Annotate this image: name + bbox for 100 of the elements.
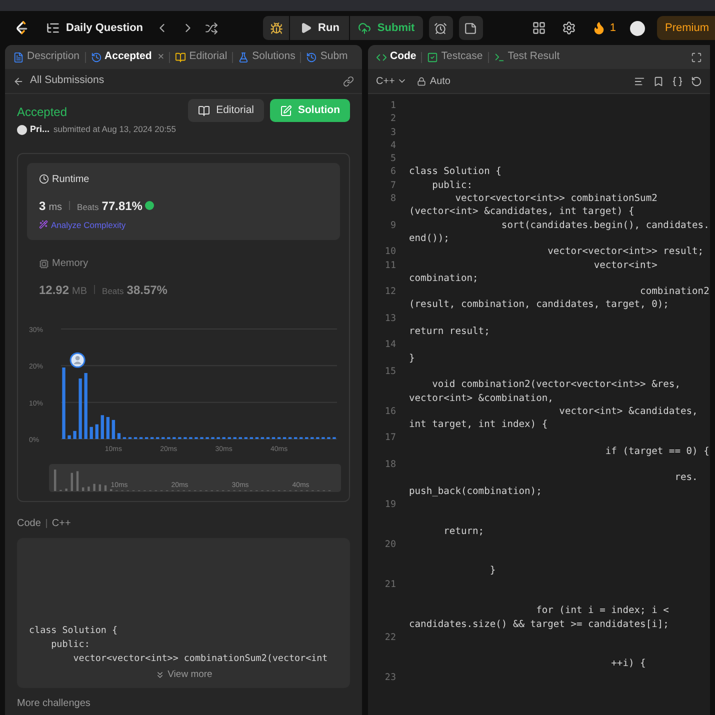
code-line: vector<vector<int>> result; bbox=[546, 245, 704, 259]
note-button[interactable] bbox=[458, 16, 483, 40]
chart-bar bbox=[122, 437, 126, 440]
tab-icon bbox=[13, 52, 24, 62]
line-number: 20 bbox=[384, 538, 397, 552]
chart-bar bbox=[128, 437, 132, 440]
chart-bar bbox=[178, 437, 182, 440]
layout-icon[interactable] bbox=[532, 21, 546, 35]
panel-tab[interactable]: Accepted × bbox=[90, 48, 164, 66]
code-line: vector<int> combination; bbox=[409, 258, 658, 286]
view-more-button[interactable]: View more bbox=[154, 668, 212, 682]
panel-tab[interactable]: Description bbox=[13, 49, 80, 65]
code-line: } bbox=[488, 564, 496, 578]
chart-bar bbox=[62, 368, 66, 440]
beats-label: Beats bbox=[102, 285, 124, 298]
flame-icon[interactable] bbox=[592, 21, 606, 35]
line-number: 15 bbox=[384, 364, 397, 379]
timer-button[interactable] bbox=[428, 16, 453, 40]
avatar[interactable] bbox=[630, 20, 645, 36]
language-dropdown[interactable]: C++ bbox=[376, 74, 407, 88]
chart-bar bbox=[184, 437, 187, 440]
format-icon[interactable] bbox=[634, 76, 645, 86]
braces-icon[interactable] bbox=[672, 76, 683, 86]
line-number: 3 bbox=[389, 126, 397, 139]
tab-icon bbox=[238, 52, 250, 62]
editor-tab[interactable]: Test Result bbox=[494, 49, 560, 65]
line-number: 21 bbox=[384, 578, 397, 592]
chart-bar bbox=[189, 437, 192, 440]
code-line: return; bbox=[442, 524, 484, 538]
chart-bar bbox=[139, 437, 143, 440]
code-line: res. push_back(combination); bbox=[409, 471, 698, 498]
chart-bar bbox=[288, 437, 292, 440]
runtime-beats: 77.81% bbox=[102, 198, 142, 214]
chart-bar bbox=[90, 427, 93, 440]
chart-bar bbox=[310, 437, 314, 440]
chart-bar bbox=[206, 437, 209, 440]
line-number: 6 bbox=[389, 165, 397, 179]
problem-list-icon[interactable] bbox=[46, 21, 60, 35]
settings-icon[interactable] bbox=[562, 21, 576, 35]
chart-bar bbox=[106, 417, 110, 440]
book-icon bbox=[198, 104, 210, 116]
note-icon bbox=[464, 22, 478, 34]
submit-button[interactable]: Submit bbox=[350, 16, 423, 40]
code-line: ++i) { bbox=[610, 657, 646, 671]
tab-icon bbox=[175, 52, 186, 62]
panel-tab[interactable]: Solutions bbox=[238, 49, 296, 65]
bookmark-icon[interactable] bbox=[653, 76, 664, 86]
line-number: 22 bbox=[384, 630, 397, 645]
editor-tab[interactable]: Code bbox=[376, 49, 416, 65]
code-line: for (int i = index; i < candidates.size() && target >= candidates[i]; bbox=[409, 604, 669, 631]
chart-bar bbox=[73, 431, 76, 440]
panel-tab[interactable]: Editorial bbox=[175, 49, 228, 65]
close-tab-icon[interactable]: × bbox=[158, 48, 164, 66]
auto-mode-label[interactable]: Auto bbox=[430, 74, 450, 88]
code-line: return result; bbox=[409, 325, 490, 338]
chart-bar bbox=[144, 437, 148, 440]
editorial-button[interactable]: Editorial bbox=[188, 99, 264, 122]
daily-question-title[interactable]: Daily Question bbox=[66, 20, 144, 36]
line-number: 17 bbox=[384, 431, 397, 446]
line-number: 19 bbox=[384, 498, 397, 512]
editor-tab[interactable]: Testcase bbox=[427, 49, 483, 65]
memory-unit: MB bbox=[72, 285, 88, 300]
chart-bar bbox=[134, 437, 138, 440]
runtime-card[interactable]: Runtime 3 ms Beats 77.81% Analyze Complexity bbox=[27, 162, 340, 240]
back-arrow-icon[interactable] bbox=[13, 76, 24, 86]
code-line: if (target == 0) { bbox=[604, 444, 710, 458]
chart-bar bbox=[332, 437, 336, 440]
chart-bar bbox=[172, 437, 176, 440]
beats-label: Beats bbox=[77, 200, 99, 214]
chart-bar bbox=[211, 437, 214, 440]
panel-tab[interactable]: Subm bbox=[306, 49, 348, 65]
chart-bar bbox=[222, 437, 226, 440]
chart-bar bbox=[316, 437, 320, 440]
maximize-icon[interactable] bbox=[691, 52, 702, 62]
line-number: 4 bbox=[389, 138, 397, 152]
author-name[interactable]: Pri... bbox=[30, 123, 50, 136]
more-challenges-heading: More challenges bbox=[17, 698, 92, 710]
wand-icon[interactable] bbox=[39, 220, 48, 230]
link-icon[interactable] bbox=[343, 76, 354, 86]
code-line: } bbox=[409, 352, 415, 365]
tab-icon bbox=[376, 52, 387, 62]
chart-bar bbox=[112, 420, 116, 440]
line-number: 1 bbox=[389, 99, 397, 112]
all-submissions-link[interactable]: All Submissions bbox=[30, 73, 104, 89]
lock-icon bbox=[416, 76, 426, 86]
chart-bar bbox=[100, 415, 104, 440]
chart-bar bbox=[238, 437, 242, 440]
chart-bar bbox=[162, 437, 165, 440]
chart-bar bbox=[244, 437, 248, 440]
alarm-clock-icon bbox=[434, 22, 448, 34]
reset-icon[interactable] bbox=[691, 76, 702, 86]
code-label: Code bbox=[17, 517, 41, 532]
run-button[interactable]: Run bbox=[290, 16, 350, 40]
status-text: Accepted bbox=[17, 104, 68, 121]
tab-icon bbox=[90, 52, 102, 62]
code-line: class Solution { bbox=[409, 165, 502, 179]
memory-beats: 38.57% bbox=[126, 282, 168, 300]
shuffle-icon[interactable] bbox=[205, 22, 218, 34]
premium-button[interactable]: Premium bbox=[656, 16, 715, 40]
debug-button[interactable] bbox=[263, 16, 290, 40]
